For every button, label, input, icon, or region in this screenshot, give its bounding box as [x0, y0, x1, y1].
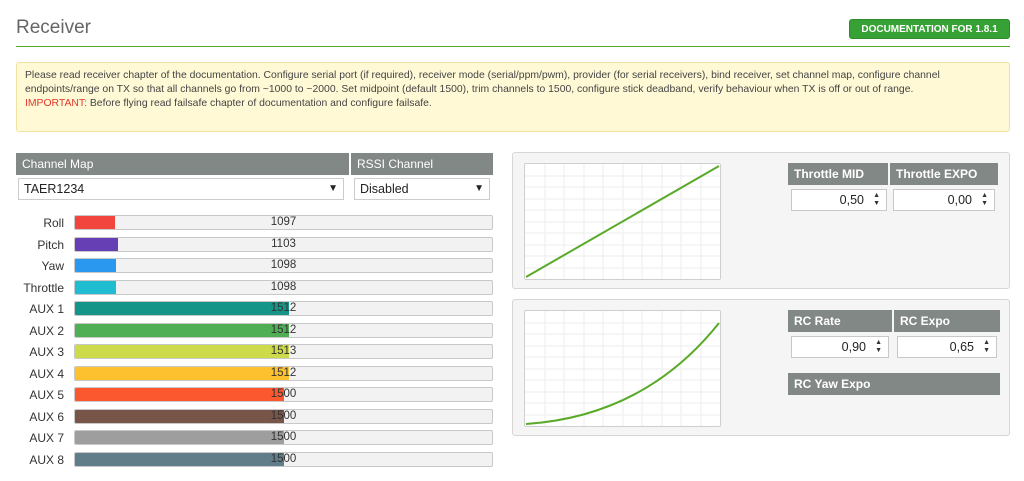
- throttle-panel: Throttle MID Throttle EXPO 0,50 ▲ ▼ 0,00 …: [512, 152, 1010, 289]
- spinner-icon[interactable]: ▲ ▼: [983, 339, 990, 355]
- throttle-mid-input[interactable]: 0,50 ▲ ▼: [791, 189, 887, 211]
- channel-label: AUX 3: [29, 345, 64, 359]
- throttle-expo-header: Throttle EXPO: [890, 163, 998, 185]
- channel-bar: 1103: [74, 237, 493, 252]
- title-divider: [16, 46, 1010, 47]
- channel-value: 1512: [270, 302, 297, 314]
- throttle-mid-header: Throttle MID: [788, 163, 888, 185]
- channel-value: 1098: [270, 259, 297, 271]
- note-text: Please read receiver chapter of the docu…: [25, 70, 940, 95]
- rc-curve-chart: [524, 310, 721, 427]
- channel-label: AUX 1: [29, 302, 64, 316]
- rc-expo-value: 0,65: [949, 340, 974, 354]
- rssi-channel-header: RSSI Channel: [351, 153, 493, 175]
- rc-expo-header: RC Expo: [894, 310, 1000, 332]
- channel-value: 1500: [270, 453, 297, 465]
- channel-bar: 1512: [74, 366, 493, 381]
- channel-bar: 1098: [74, 280, 493, 295]
- channel-map-header: Channel Map: [16, 153, 349, 175]
- channel-value: 1103: [271, 238, 296, 250]
- channel-label: AUX 4: [29, 367, 64, 381]
- page-title: Receiver: [16, 17, 91, 38]
- channel-label: Roll: [43, 216, 64, 230]
- rc-rate-header: RC Rate: [788, 310, 892, 332]
- channel-value: 1098: [270, 281, 297, 293]
- channel-bar: 1512: [74, 301, 493, 316]
- rc-curve-svg: [525, 311, 720, 426]
- channel-value: 1500: [270, 388, 297, 400]
- channel-bar: 1500: [74, 409, 493, 424]
- channel-bar: 1512: [74, 323, 493, 338]
- throttle-expo-input[interactable]: 0,00 ▲ ▼: [893, 189, 995, 211]
- channel-bar: 1098: [74, 258, 493, 273]
- channel-bar: 1500: [74, 430, 493, 445]
- channel-value: 1097: [270, 216, 297, 228]
- channel-label: Pitch: [37, 238, 64, 252]
- channel-label: Throttle: [23, 281, 64, 295]
- note-important-text: Before flying read failsafe chapter of d…: [86, 98, 432, 109]
- channel-bar: 1500: [74, 452, 493, 467]
- info-note: Please read receiver chapter of the docu…: [16, 62, 1010, 132]
- channel-value: 1513: [270, 345, 297, 357]
- channel-label: Yaw: [41, 259, 64, 273]
- channel-value: 1500: [270, 431, 297, 443]
- spinner-icon[interactable]: ▲ ▼: [875, 339, 882, 355]
- channel-bar: 1500: [74, 387, 493, 402]
- channel-value: 1512: [270, 324, 297, 336]
- rc-yaw-expo-header: RC Yaw Expo: [788, 373, 1000, 395]
- channel-label: AUX 7: [29, 431, 64, 445]
- channel-map-value: TAER1234: [24, 182, 85, 196]
- spinner-icon[interactable]: ▲ ▼: [981, 192, 988, 208]
- throttle-curve-chart: [524, 163, 721, 280]
- channel-bar: 1513: [74, 344, 493, 359]
- channel-map-select[interactable]: TAER1234 ▼: [18, 178, 344, 200]
- channel-label: AUX 2: [29, 324, 64, 338]
- rc-rate-input[interactable]: 0,90 ▲ ▼: [791, 336, 889, 358]
- rc-rate-value: 0,90: [841, 340, 866, 354]
- documentation-button[interactable]: DOCUMENTATION FOR 1.8.1: [849, 19, 1010, 39]
- throttle-curve-svg: [525, 164, 720, 279]
- spinner-icon[interactable]: ▲ ▼: [873, 192, 880, 208]
- channel-bar: 1097: [74, 215, 493, 230]
- chevron-down-icon: ▼: [328, 183, 338, 194]
- channel-value: 1500: [270, 410, 297, 422]
- rc-rate-panel: RC Rate RC Expo 0,90 ▲ ▼ 0,65 ▲ ▼ RC Yaw E…: [512, 299, 1010, 436]
- rssi-channel-select[interactable]: Disabled ▼: [354, 178, 490, 200]
- channel-label: AUX 5: [29, 388, 64, 402]
- channel-value: 1512: [270, 367, 297, 379]
- channel-label: AUX 8: [29, 453, 64, 467]
- rssi-channel-value: Disabled: [360, 182, 409, 196]
- note-important-label: IMPORTANT:: [25, 98, 87, 109]
- throttle-mid-value: 0,50: [839, 193, 864, 207]
- throttle-expo-value: 0,00: [947, 193, 972, 207]
- channel-label: AUX 6: [29, 410, 64, 424]
- rc-expo-input[interactable]: 0,65 ▲ ▼: [897, 336, 997, 358]
- chevron-down-icon: ▼: [474, 183, 484, 194]
